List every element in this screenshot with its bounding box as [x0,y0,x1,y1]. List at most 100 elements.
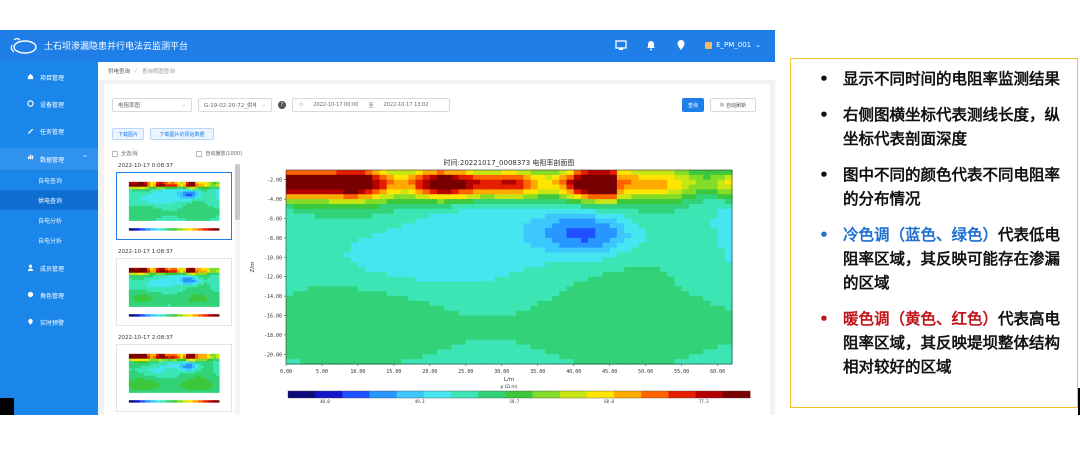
x-tick-label: 40.00 [566,369,581,375]
sidebar-item-tasks[interactable]: 任务管理 [0,122,98,140]
sidebar-item-roles[interactable]: 角色管理 [0,286,98,304]
thumbnail-cell [167,272,172,276]
heatmap-cell [674,354,683,360]
heatmap-cell [307,208,316,215]
heatmap-cell [393,315,402,321]
help-icon[interactable]: ? [278,101,286,109]
heatmap-cell [321,237,330,244]
heatmap-cell [293,286,301,292]
thumbnail-cell [149,358,154,362]
sidebar-subitem-supply-query[interactable]: 供电查询 [0,190,98,210]
heatmap-cell [609,349,618,355]
heatmap-cell [473,267,481,273]
thumbnail-cell [161,196,166,200]
screen-icon[interactable] [615,39,627,51]
heatmap-cell [573,320,582,326]
download-image-button[interactable]: 下载图片 [112,128,144,140]
heatmap-cell [681,325,690,331]
heatmap-cell [588,247,596,254]
thumbnail-card[interactable] [116,344,232,412]
heatmap-cell [293,184,301,190]
thumbnail-cell [164,284,169,288]
sidebar-subitem-self-analysis[interactable]: 自电分析 [0,210,98,230]
thumbnail-cell [140,284,145,288]
heatmap-cell [451,349,460,355]
heatmap-cell [559,208,568,215]
heatmap-cell [544,179,553,186]
auto-refresh-button[interactable]: ◎ 自动刷新 [710,98,756,112]
heatmap-cell [501,300,510,307]
bell-icon[interactable] [645,39,657,51]
download-data-button[interactable]: 下载图片的原始数据 [150,128,214,140]
heatmap-cell [314,252,323,258]
thumbnail-card[interactable] [116,258,232,326]
location-icon[interactable] [675,39,687,51]
heatmap-cell [494,310,503,317]
heatmap-cell [465,170,474,176]
thumbnail-colorbar-swatch [197,314,204,317]
heatmap-cell [573,310,582,317]
thumbnail-cell [216,387,220,391]
thumbnail-cell [146,292,151,295]
heatmap-cell [429,344,438,351]
thumbnail-card[interactable] [116,172,232,240]
select-all-checkbox[interactable]: 全选/消 [112,150,138,157]
sidebar-item-members[interactable]: 成员管理 [0,259,98,277]
heatmap-cell [595,354,604,360]
heatmap-cell [660,339,668,346]
sidebar-item-devices[interactable]: 设备管理 [0,95,98,113]
colorbar-swatch [369,391,398,398]
scrollbar-thumb[interactable] [235,164,240,220]
thumbnail-cell [143,370,148,374]
thumbnail-cell [149,198,154,202]
heatmap-cell [444,330,453,336]
thumbnail-cell [177,277,181,281]
resistivity-chart-svg: 时间:20221017_0008373 电阻率剖面图-2.00-4.00-6.0… [250,158,751,404]
heatmap-cell [667,334,676,341]
date-range-picker[interactable]: ◷ 2022-10-17 00:00 至 2022-10-17 13:02 [292,98,450,112]
user-menu[interactable]: E_PM_001 ⌄ [705,41,761,49]
heatmap-cell [401,315,409,321]
heatmap-cell [321,286,330,292]
heatmap-cell [437,228,445,234]
thumbnail-cell [207,201,211,204]
thumbnail-scrollbar[interactable] [235,164,240,415]
thumbnail-colorbar-swatch [192,400,199,403]
autoplay-checkbox[interactable]: 自动播放(1000) [196,150,242,157]
thumbnail-cell [201,284,205,288]
thumbnail-cell [213,375,217,379]
thumbnail-cell [186,189,190,192]
heatmap-cell [465,296,474,302]
heatmap-cell [379,271,388,278]
thumbnail-cell [161,378,166,381]
thumbnail-cell [195,390,199,393]
sidebar-item-data[interactable]: 数据管理 ⌃ [0,148,98,170]
breadcrumb-item[interactable]: 供电查询 [108,67,130,75]
thumbnail-cell [143,196,148,200]
sidebar-subitem-analysis[interactable]: 自电分析 [0,230,98,250]
thumbnail-cell [207,358,211,362]
heatmap-cell [523,179,532,186]
heatmap-cell [350,276,359,283]
thumbnail-cell [180,385,184,389]
thumbnail-cell [155,284,160,288]
heatmap-cell [286,257,294,263]
heatmap-cell [379,257,388,263]
heatmap-cell [530,189,539,195]
thumbnail-cell [216,272,220,276]
heatmap-cell [624,199,632,205]
heatmap-cell [624,339,632,346]
heatmap-cell [566,213,575,220]
thumbnail-cell [158,387,163,391]
thumbnail-cell [149,189,154,192]
sidebar-item-projects[interactable]: 项目管理 [0,68,98,86]
thumbnail-cell [134,267,139,271]
sidebar-item-alerts[interactable]: 实时预警 [0,313,98,331]
query-button[interactable]: 查询 [682,98,704,112]
type-select[interactable]: 电阻率图 ⌄ [112,98,192,112]
thumbnail-cell [183,385,187,389]
heatmap-cell [681,281,690,287]
sidebar-subitem-self-query[interactable]: 自电查询 [0,170,98,190]
line-select[interactable]: G-19-02-20-72_供电计划 ⌄ [198,98,272,112]
thumbnail-cell [201,361,205,364]
